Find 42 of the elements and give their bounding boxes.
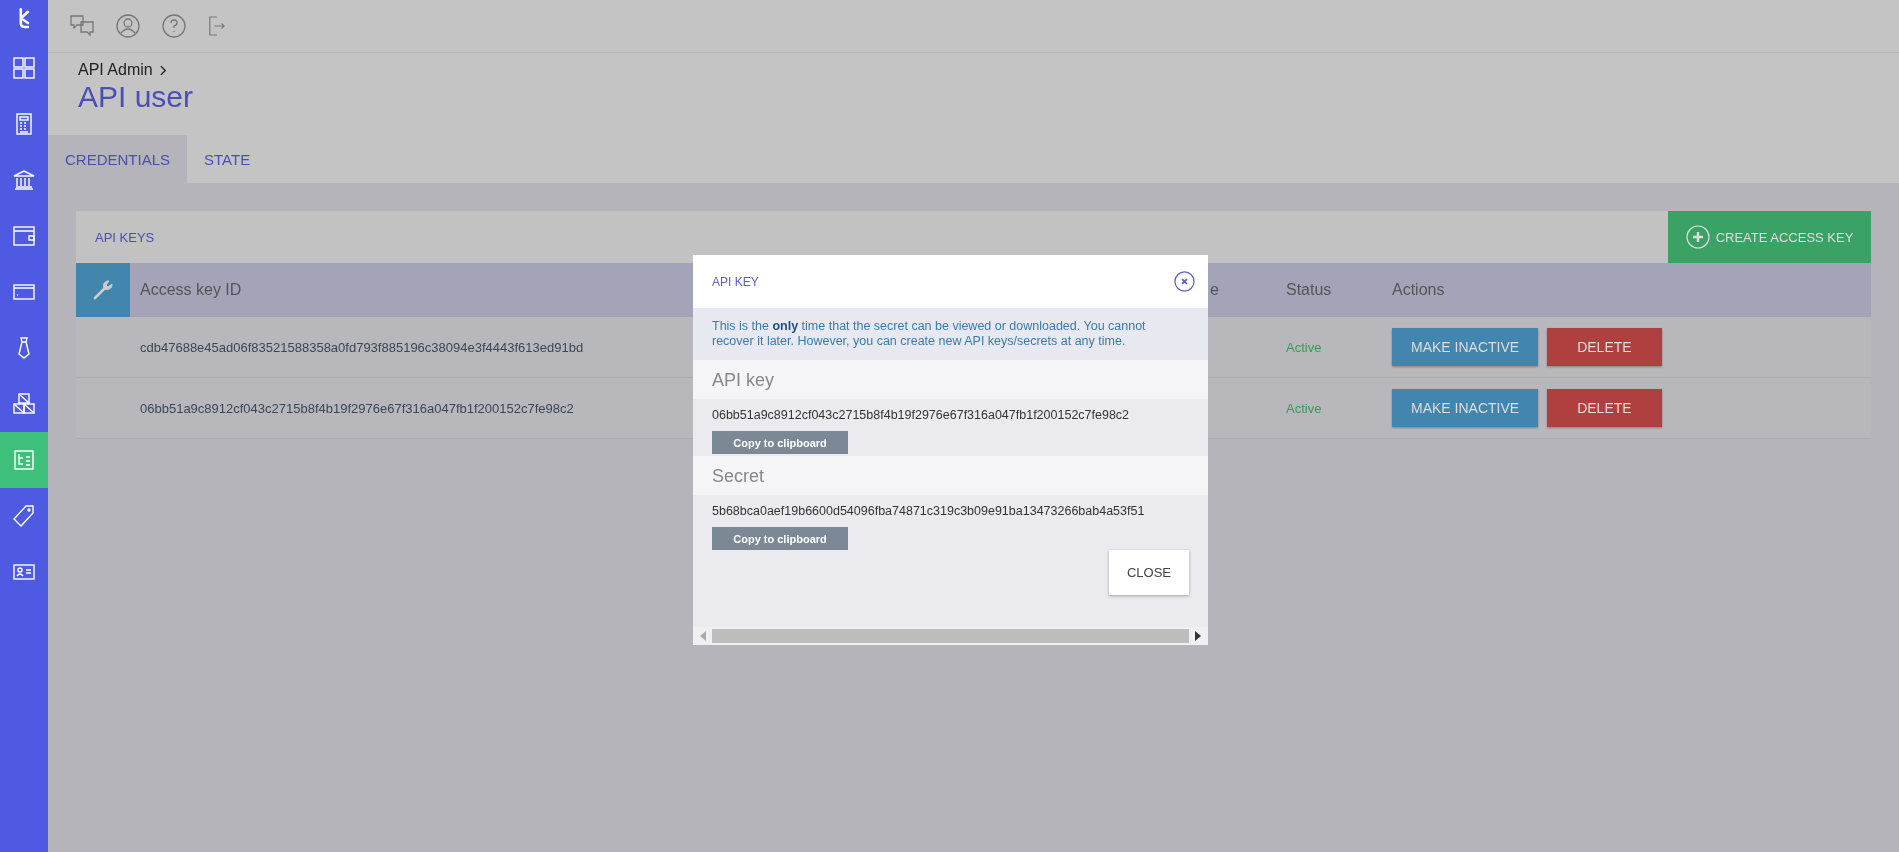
card-title: API KEYS	[95, 229, 155, 245]
close-button[interactable]: CLOSE	[1109, 550, 1189, 595]
help-icon[interactable]	[162, 14, 186, 38]
column-header: Status	[1286, 281, 1332, 298]
column-header: Actions	[1392, 281, 1445, 298]
wrench-icon	[91, 278, 115, 302]
key-value: 5b68bca0aef19b6600d54096fba74871c319c3b09e91ba13473266bab4a53f51	[712, 504, 1145, 518]
section-heading: API key	[712, 370, 775, 390]
create-access-key-button[interactable]: CREATE ACCESS KEY	[1668, 211, 1871, 263]
chevron-icon	[159, 64, 167, 76]
dialog-title: API KEY	[712, 274, 759, 289]
diagram-icon	[12, 448, 36, 472]
plus-icon	[1685, 225, 1710, 249]
wallet-icon	[12, 224, 36, 248]
tab[interactable]: CREDENTIALS	[48, 135, 188, 183]
column-header: Access key ID	[140, 281, 242, 298]
key-value: 06bb51a9c8912cf043c2715b8f4b19f2976e67f316a047fb1f200152c7fe98c2	[712, 408, 1130, 422]
status-text: Active	[1286, 401, 1322, 416]
breadcrumb-link[interactable]: API Admin	[78, 61, 153, 79]
notice-text: This is the only time that the secret can be viewed or downloaded. You cannot recover it later. However, you can create new API keys/secrets at any time.	[712, 319, 1146, 348]
tag-icon	[12, 504, 36, 528]
page-title: API user	[78, 79, 195, 115]
scroll-right-icon[interactable]	[1195, 631, 1201, 641]
delete-button[interactable]: DELETE	[1547, 328, 1662, 366]
boxes-icon	[12, 392, 36, 416]
column-header: e	[1210, 281, 1219, 298]
delete-button[interactable]: DELETE	[1547, 389, 1662, 427]
translate-icon[interactable]	[70, 15, 94, 37]
close-icon[interactable]	[1174, 271, 1195, 292]
logout-icon[interactable]	[208, 16, 226, 36]
account-icon[interactable]	[116, 14, 140, 38]
table-cell: 06bb51a9c8912cf043c2715b8f4b19f2976e67f316a047fb1f200152c7fe98c2	[140, 401, 574, 416]
grid-icon	[12, 56, 36, 80]
scroll-left-icon[interactable]	[700, 631, 706, 641]
table-cell: cdb47688e45ad06f83521588358a0fd793f885196c38094e3f4443f613ed91bd	[140, 340, 584, 355]
tab[interactable]: STATE	[187, 135, 268, 183]
status-text: Active	[1286, 340, 1322, 355]
copy-button[interactable]: Copy to clipboard	[712, 431, 848, 454]
settings-button[interactable]	[76, 263, 130, 317]
bank-icon	[12, 168, 36, 192]
copy-button[interactable]: Copy to clipboard	[712, 527, 848, 550]
section-heading: Secret	[712, 466, 765, 486]
